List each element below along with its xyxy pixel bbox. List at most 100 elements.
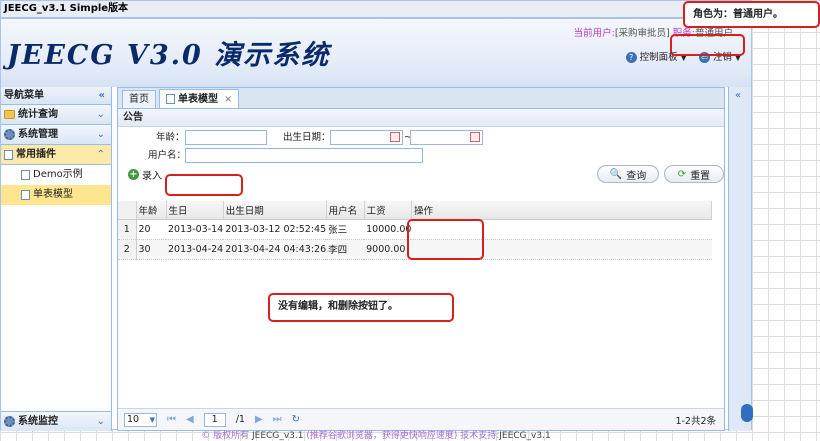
tab-label: 首页 [129, 94, 149, 105]
birth-label: 出生日期： [283, 132, 331, 143]
sidebar-header: 导航菜单 « [1, 87, 111, 105]
column-header[interactable]: 生日 [166, 201, 224, 220]
search-button[interactable]: 🔍 查询 [597, 165, 659, 183]
reset-label: 重置 [690, 170, 711, 182]
sidebar-item-demo[interactable]: Demo示例 [1, 165, 111, 185]
row-number: 2 [118, 239, 137, 260]
tab-single-table[interactable]: 单表模型 × [159, 89, 240, 108]
row-number-header [118, 201, 137, 220]
collapse-icon: ⌃ [96, 148, 105, 160]
footer-brand: JEECG_v3.1 [252, 431, 304, 441]
cell-salary: 10000.00 [364, 219, 412, 240]
header: JEECG V3.0 演示系统 当前用户:[采购审批员] 职务:普通用户 ? 控制… [1, 19, 751, 87]
role-annotation: 角色为：普通用户。 [683, 1, 820, 28]
add-highlight-box [165, 174, 243, 196]
page-icon [4, 149, 13, 160]
footer-support: JEECG_v3.1 [499, 431, 551, 441]
page-icon [21, 170, 30, 180]
add-label: 录入 [142, 171, 162, 182]
calendar-icon[interactable] [390, 132, 400, 142]
user-label: 当前用户: [573, 28, 615, 39]
panel-title: 公告 [118, 109, 724, 127]
search-icon: 🔍 [609, 168, 623, 180]
sidebar: 导航菜单 « 统计查询 ⌄ 系统管理 ⌄ 常用插件 ⌃ Demo示例 单表模型 系统监控… [1, 87, 112, 431]
column-header[interactable]: 操作 [411, 201, 713, 220]
column-header[interactable]: 出生日期 [223, 201, 327, 220]
collapse-right-icon[interactable]: « [735, 90, 741, 101]
cell-birthdate: 2013-04-24 04:43:26 [223, 239, 327, 260]
folder-icon [4, 110, 15, 119]
reset-icon: ⟳ [677, 168, 687, 180]
tab-home[interactable]: 首页 [122, 90, 156, 108]
table-header: 年龄 生日 出生日期 用户名 工资 操作 [118, 201, 713, 220]
sidebar-item-single-table[interactable]: 单表模型 [1, 185, 111, 205]
birth-end-input[interactable] [410, 130, 483, 145]
last-page-icon[interactable]: ⏭ [273, 414, 282, 425]
total-pages: /1 [235, 414, 245, 425]
tab-label: 单表模型 [178, 93, 218, 105]
collapse-left-icon[interactable]: « [99, 87, 105, 105]
expand-icon: ⌄ [96, 128, 105, 140]
sidebar-section-plugins[interactable]: 常用插件 ⌃ [1, 145, 111, 165]
reset-button[interactable]: ⟳ 重置 [664, 165, 724, 183]
birth-start-input[interactable] [330, 130, 403, 145]
sidebar-section-system[interactable]: 系统管理 ⌄ [1, 125, 111, 145]
page-input[interactable]: 1 [203, 412, 226, 427]
column-header[interactable]: 用户名 [326, 201, 365, 220]
window-title: JEECG_v3.1 Simple版本 [4, 3, 129, 14]
next-page-icon[interactable]: ▶ [255, 414, 263, 425]
scroll-handle[interactable] [741, 404, 753, 422]
page-icon [21, 190, 30, 200]
plus-icon: + [128, 169, 139, 180]
search-label: 查询 [626, 170, 647, 182]
cell-birthday: 2013-04-24 [166, 239, 224, 260]
page-footer: © 版权所有 JEECG_v3.1 (推荐谷歌浏览器，获得更快响应速度) 技术支… [0, 428, 752, 441]
window-titlebar: JEECG_v3.1 Simple版本 [0, 0, 752, 18]
tab-bar: 首页 单表模型 × [118, 88, 724, 109]
help-icon: ? [625, 52, 637, 63]
footer-copyright: © 版权所有 [201, 431, 253, 441]
column-header[interactable]: 工资 [364, 201, 412, 220]
gear-icon [4, 416, 15, 427]
first-page-icon[interactable]: ⏮ [167, 414, 176, 425]
username-input[interactable] [185, 148, 423, 163]
prev-page-icon[interactable]: ◀ [186, 414, 194, 425]
user-value: [采购审批员] [614, 28, 670, 39]
page-info: 1-2共2条 [675, 415, 716, 427]
refresh-icon[interactable]: ↻ [292, 414, 300, 425]
age-label: 年龄： [156, 132, 185, 143]
calendar-icon[interactable] [470, 132, 480, 142]
app-logo: JEECG V3.0 演示系统 [7, 40, 331, 71]
section-label: 常用插件 [16, 148, 56, 160]
app-window: JEECG V3.0 演示系统 当前用户:[采购审批员] 职务:普通用户 ? 控制… [0, 18, 752, 431]
cell-birthdate: 2013-03-12 02:52:45 [223, 219, 327, 240]
ops-highlight-box [407, 219, 484, 260]
add-button[interactable]: + 录入 [128, 167, 162, 182]
cell-age: 20 [136, 219, 166, 240]
section-label: 统计查询 [18, 108, 58, 120]
section-label: 系统管理 [18, 128, 58, 140]
item-label: Demo示例 [33, 169, 83, 180]
cell-name: 李四 [326, 239, 365, 260]
role-highlight-box [670, 34, 745, 56]
username-label: 用户名： [148, 150, 187, 161]
cell-name: 张三 [326, 219, 365, 240]
sidebar-section-stats[interactable]: 统计查询 ⌄ [1, 105, 111, 125]
pagination-bar: 10 ⏮ ◀ 1 /1 ▶ ⏭ ↻ 1-2共2条 [118, 408, 724, 430]
cell-age: 30 [136, 239, 166, 260]
row-number: 1 [118, 219, 137, 240]
age-input[interactable] [185, 130, 267, 145]
cell-birthday: 2013-03-14 [166, 219, 224, 240]
cell-salary: 9000.00 [364, 239, 412, 260]
footer-note: (推荐谷歌浏览器，获得更快响应速度) 技术支持: [303, 431, 500, 441]
buttons-annotation: 没有编辑，和删除按钮了。 [268, 293, 454, 322]
item-label: 单表模型 [33, 189, 73, 200]
expand-icon: ⌄ [96, 108, 105, 120]
close-icon[interactable]: × [224, 91, 232, 108]
gear-icon [4, 129, 15, 140]
page-icon [166, 94, 175, 104]
sidebar-title: 导航菜单 [4, 90, 44, 101]
page-size-select[interactable]: 10 [124, 412, 157, 427]
column-header[interactable]: 年龄 [136, 201, 167, 220]
east-panel: « [728, 87, 751, 431]
